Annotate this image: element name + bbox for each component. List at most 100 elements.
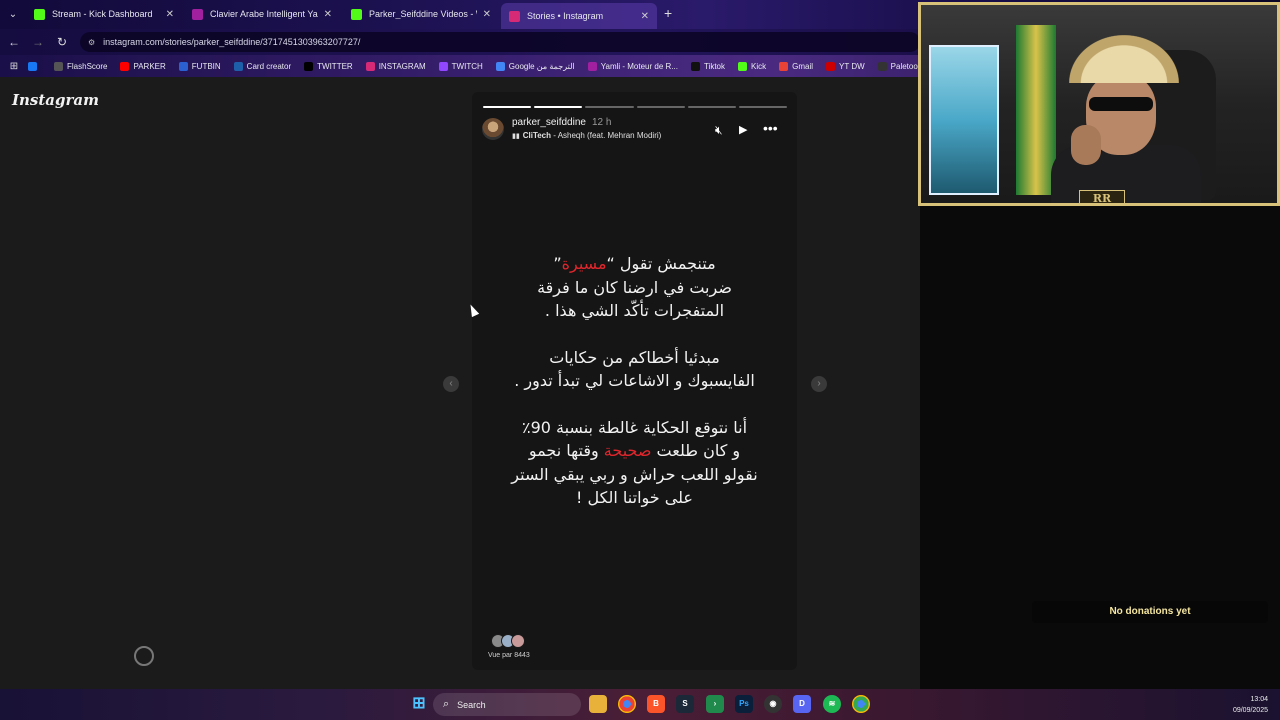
story-line: الفايسبوك و الاشاعات لي تبدأ تدور . [472, 369, 797, 393]
story-paragraph: أنا نتوقع الحكاية غالطة بنسبة 90٪ و كان ط… [472, 416, 797, 510]
youtube-icon [120, 61, 130, 71]
bookmark-item[interactable]: Yamli - Moteur de R... [587, 61, 678, 71]
photoshop-icon[interactable]: Ps [735, 695, 753, 713]
tab-title: Clavier Arabe Intelligent Yamli™ [210, 9, 318, 19]
kick-icon [34, 8, 45, 20]
bookmark-label: PARKER [133, 61, 166, 71]
bookmark-item[interactable]: Kick [738, 61, 766, 71]
bookmark-item[interactable]: TWITCH [438, 61, 483, 71]
story-music[interactable]: ▮▮ CliTech - Asheqh (feat. Mehran Modiri) [512, 131, 661, 140]
bookmark-item[interactable]: Google الترجمة من [495, 61, 575, 71]
browser-tab[interactable]: Stories • Instagram ✕ [501, 3, 657, 29]
story-paragraph: متنجمش تقول “مسيرة” ضربت في ارضنا كان ما … [472, 252, 797, 323]
taskbar-search[interactable]: ⌕ Search [433, 693, 581, 716]
story-viewers[interactable]: Vue par 8443 [488, 634, 538, 659]
webcam-feed: RR [918, 2, 1280, 206]
story-progress-bar [483, 106, 788, 108]
instagram-page: Instagram parker_seifddine 12 h ▮▮ CliTech… [0, 77, 920, 689]
viewers-count: Vue par 8443 [488, 652, 530, 659]
story-text-segment: على خواتنا الكل ! [576, 488, 693, 507]
story-line: متنجمش تقول “مسيرة” [472, 252, 797, 276]
bookmark-label: TWITTER [317, 61, 353, 71]
music-bars-icon: ▮▮ [512, 133, 520, 140]
flag-image [1016, 25, 1056, 195]
story-line: على خواتنا الكل ! [472, 486, 797, 510]
play-icon[interactable]: ▶ [739, 123, 747, 136]
browser-tab[interactable]: Clavier Arabe Intelligent Yamli™ ✕ [184, 3, 340, 25]
bookmark-label: FlashScore [67, 61, 108, 71]
chrome-icon[interactable] [618, 695, 636, 713]
loading-spinner-icon [134, 646, 154, 666]
file-explorer-icon[interactable] [589, 695, 607, 713]
site-info-icon[interactable]: ⚙ [88, 38, 95, 47]
tab-search-chevron-icon[interactable]: ⌄ [4, 6, 22, 24]
reload-icon[interactable]: ↻ [54, 34, 70, 50]
forward-arrow-icon[interactable]: → [30, 34, 46, 50]
new-tab-button[interactable]: + [664, 5, 672, 21]
windows-start-icon[interactable]: ⊞ [410, 695, 428, 713]
close-tab-icon[interactable]: ✕ [166, 9, 174, 20]
bookmark-item[interactable]: INSTAGRAM [365, 61, 426, 71]
paletools-icon [877, 61, 887, 71]
flashscore-icon [54, 61, 63, 71]
muted-speaker-icon[interactable]: 🔇︎ [715, 123, 723, 138]
app-icon[interactable]: › [706, 695, 724, 713]
close-tab-icon[interactable]: ✕ [483, 9, 491, 20]
bookmark-item[interactable]: TWITTER [304, 61, 353, 71]
story-text-segment: المتفجرات تأكّد الشي هذا . [544, 301, 725, 320]
bookmark-item[interactable]: PARKER [120, 61, 166, 71]
clock-time: 13:04 [1250, 696, 1268, 703]
bookmark-item[interactable]: YT DW [826, 61, 865, 71]
spotify-icon[interactable]: ≋ [823, 695, 841, 713]
story-text-segment: نقولو اللعب حراش و ربي يبقي الستر [511, 464, 758, 484]
bookmark-item[interactable]: Card creator [233, 61, 291, 71]
viewer-avatar [511, 634, 525, 648]
browser-tab[interactable]: Stream - Kick Dashboard ✕ [26, 3, 182, 25]
url-text[interactable]: instagram.com/stories/parker_seifddine/3… [103, 37, 360, 47]
bookmark-item[interactable]: Tiktok [690, 61, 725, 71]
instagram-icon [509, 10, 520, 22]
address-bar[interactable]: ⚙ instagram.com/stories/parker_seifddine… [80, 32, 920, 52]
translate-icon [495, 61, 505, 71]
bookmark-label: Google الترجمة من [508, 61, 575, 71]
discord-icon[interactable]: D [793, 695, 811, 713]
story-username[interactable]: parker_seifddine [512, 117, 586, 128]
search-icon: ⌕ [443, 698, 450, 710]
story-text-segment: متنجمش تقول “ [606, 254, 716, 273]
browser-tab[interactable]: Parker_Seifddine Videos - Wat ✕ [343, 3, 499, 25]
tiktok-icon [690, 61, 700, 71]
chrome-profile-icon[interactable] [852, 695, 870, 713]
story-viewer[interactable]: parker_seifddine 12 h ▮▮ CliTech - Asheqh … [472, 92, 797, 670]
kick-icon [351, 8, 362, 20]
instagram-logo[interactable]: Instagram [12, 91, 99, 109]
bookmark-item[interactable]: FlashScore [54, 61, 108, 71]
brave-icon[interactable]: B [647, 695, 665, 713]
obs-icon[interactable]: ◉ [764, 695, 782, 713]
progress-segment [636, 106, 685, 108]
yamli-icon [192, 8, 203, 20]
close-tab-icon[interactable]: ✕ [641, 11, 649, 22]
steam-icon[interactable]: S [676, 695, 694, 713]
progress-segment [738, 106, 788, 108]
close-tab-icon[interactable]: ✕ [324, 9, 332, 20]
more-options-icon[interactable]: ••• [763, 120, 778, 136]
apps-grid-icon[interactable]: ⊞ [0, 61, 28, 72]
back-arrow-icon[interactable]: ← [6, 34, 22, 50]
previous-story-arrow-icon[interactable]: ‹ [443, 376, 459, 392]
avatar[interactable] [482, 118, 504, 140]
yamli-icon [587, 61, 597, 71]
bookmark-item[interactable]: FUTBIN [178, 61, 221, 71]
instagram-icon [365, 61, 375, 71]
story-text-segment: أنا نتوقع الحكاية غالطة بنسبة 90٪ [521, 417, 748, 437]
bookmark-label: Gmail [792, 61, 814, 71]
bookmark-item[interactable] [28, 61, 41, 71]
streamer-logo: RR [1079, 190, 1125, 203]
story-line: نقولو اللعب حراش و ربي يبقي الستر [472, 463, 797, 487]
story-text-segment: وقتها نجمو [528, 441, 604, 460]
system-clock[interactable]: 13:04 09/09/2025 [1233, 694, 1268, 716]
story-text-segment: و كان طلعت [651, 441, 741, 460]
next-story-arrow-icon[interactable]: › [811, 376, 827, 392]
bookmark-item[interactable]: Gmail [779, 61, 814, 71]
twitch-icon [438, 61, 448, 71]
music-title: - Asheqh (feat. Mehran Modiri) [551, 131, 662, 140]
